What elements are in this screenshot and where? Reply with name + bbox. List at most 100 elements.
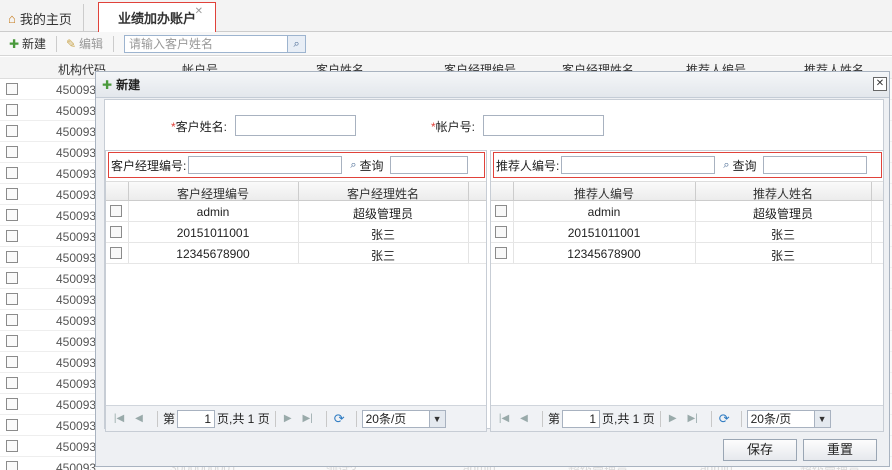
table-row[interactable]: 12345678900 张三 (491, 243, 883, 264)
dialog-header: ✚ 新建 (96, 72, 889, 98)
referrer-no-search-input[interactable] (561, 156, 716, 174)
row-org-code: 450093 (56, 461, 97, 470)
prev-page-icon[interactable]: ◀ (517, 413, 531, 424)
account-no-field[interactable] (483, 115, 604, 136)
manager-search-bar: 客户经理编号: ⌕ 查询 (108, 152, 485, 178)
toolbar-divider (56, 35, 58, 52)
row-checkbox[interactable] (6, 377, 18, 389)
row-checkbox[interactable] (6, 419, 18, 431)
row-org-code: 450093 (56, 272, 97, 286)
row-checkbox[interactable] (6, 335, 18, 347)
row-checkbox[interactable] (6, 356, 18, 368)
row-checkbox[interactable] (6, 188, 18, 200)
add-icon: ✚ (8, 36, 20, 51)
referrer-query-button[interactable]: ⌕ 查询 (719, 156, 760, 174)
table-row[interactable]: admin 超级管理员 (106, 201, 486, 222)
refresh-icon[interactable]: ⟳ (719, 411, 730, 427)
manager-extra-input[interactable] (389, 156, 468, 174)
edit-button[interactable]: ✎ 编辑 (61, 34, 109, 54)
row-checkbox[interactable] (6, 167, 18, 179)
row-checkbox[interactable] (495, 247, 507, 259)
row-name: 张三 (770, 249, 795, 263)
dialog-title: 新建 (116, 78, 141, 92)
row-checkbox[interactable] (6, 440, 18, 452)
customer-search-input[interactable]: 请输入客户姓名 (124, 34, 289, 53)
tab-home[interactable]: ⌂ 我的主页 (0, 4, 84, 32)
customer-name-field[interactable] (235, 115, 356, 136)
prev-page-icon[interactable]: ◀ (132, 413, 146, 424)
row-checkbox[interactable] (6, 293, 18, 305)
page-total: 页,共 1 页 (602, 412, 655, 426)
page-size-select[interactable]: 20条/页 ▼ (746, 409, 831, 428)
table-row[interactable]: admin 超级管理员 (491, 201, 883, 222)
page-number-input[interactable]: 1 (177, 409, 216, 428)
first-page-icon[interactable]: |◀ (112, 413, 126, 424)
table-row[interactable]: 20151011001 张三 (106, 222, 486, 243)
col-referrer-no: 推荐人编号 (573, 187, 634, 201)
new-dialog: ✚ 新建 ✕ *客户姓名: *帐户号: 客户经理编号: ⌕ 查询 客户经理编号 … (95, 71, 890, 467)
row-checkbox[interactable] (6, 272, 18, 284)
col-manager-no: 客户经理编号 (176, 187, 249, 201)
close-icon[interactable]: ✕ (873, 77, 887, 91)
row-checkbox[interactable] (6, 398, 18, 410)
row-checkbox[interactable] (6, 461, 18, 470)
refresh-icon[interactable]: ⟳ (334, 411, 345, 427)
row-checkbox[interactable] (110, 205, 122, 217)
row-checkbox[interactable] (6, 146, 18, 158)
tab-close-icon[interactable]: ✕ (195, 6, 203, 17)
next-page-icon[interactable]: ▶ (281, 413, 295, 424)
last-page-icon[interactable]: ▶| (301, 413, 315, 424)
row-checkbox[interactable] (6, 104, 18, 116)
page-prefix: 第 (548, 412, 561, 426)
save-button[interactable]: 保存 (723, 439, 797, 461)
row-org-code: 450093 (56, 83, 97, 97)
new-button[interactable]: ✚ 新建 (4, 34, 52, 54)
home-icon: ⌂ (8, 10, 16, 26)
row-checkbox[interactable] (110, 247, 122, 259)
next-page-icon[interactable]: ▶ (666, 413, 680, 424)
row-no: 20151011001 (176, 226, 250, 240)
table-row[interactable]: 20151011001 张三 (491, 222, 883, 243)
row-checkbox[interactable] (6, 125, 18, 137)
search-icon[interactable]: ⌕ (288, 34, 307, 53)
table-row[interactable]: 12345678900 张三 (106, 243, 486, 264)
row-checkbox[interactable] (6, 83, 18, 95)
manager-query-button[interactable]: ⌕ 查询 (346, 156, 387, 174)
referrer-extra-input[interactable] (762, 156, 867, 174)
row-org-code: 450093 (56, 377, 97, 391)
row-checkbox[interactable] (6, 230, 18, 242)
row-no: 12345678900 (567, 247, 641, 261)
manager-query-label: 查询 (359, 158, 384, 173)
reset-button[interactable]: 重置 (803, 439, 877, 461)
row-name: 张三 (370, 228, 395, 242)
row-checkbox[interactable] (6, 251, 18, 263)
page-prefix: 第 (163, 412, 176, 426)
page-number-input[interactable]: 1 (562, 409, 601, 428)
toolbar: ✚ 新建 ✎ 编辑 请输入客户姓名 ⌕ (0, 32, 892, 56)
manager-panel: 客户经理编号: ⌕ 查询 客户经理编号 客户经理姓名 admin 超级管理员 201… (105, 150, 487, 432)
row-checkbox[interactable] (6, 209, 18, 221)
row-org-code: 450093 (56, 230, 97, 244)
row-checkbox[interactable] (6, 314, 18, 326)
last-page-icon[interactable]: ▶| (686, 413, 700, 424)
customer-name-label: *客户姓名: (171, 120, 228, 134)
tab-performance-account[interactable]: 业绩加办账户 ✕ (98, 2, 216, 33)
add-icon: ✚ (102, 77, 113, 92)
row-org-code: 450093 (56, 314, 97, 328)
referrer-pager: |◀ ◀ 第 1 页,共 1 页 ▶ ▶| ⟳ 20条/页 ▼ (491, 405, 883, 431)
row-checkbox[interactable] (110, 226, 122, 238)
manager-no-search-input[interactable] (188, 156, 343, 174)
row-name: 张三 (770, 228, 795, 242)
row-org-code: 450093 (56, 125, 97, 139)
row-org-code: 450093 (56, 251, 97, 265)
referrer-search-label: 推荐人编号: (496, 158, 560, 173)
row-org-code: 450093 (56, 104, 97, 118)
row-no: 20151011001 (567, 226, 641, 240)
row-org-code: 450093 (56, 419, 97, 433)
row-no: 12345678900 (176, 247, 250, 261)
row-checkbox[interactable] (495, 205, 507, 217)
row-org-code: 450093 (56, 293, 97, 307)
row-checkbox[interactable] (495, 226, 507, 238)
first-page-icon[interactable]: |◀ (497, 413, 511, 424)
page-size-select[interactable]: 20条/页 ▼ (361, 409, 446, 428)
